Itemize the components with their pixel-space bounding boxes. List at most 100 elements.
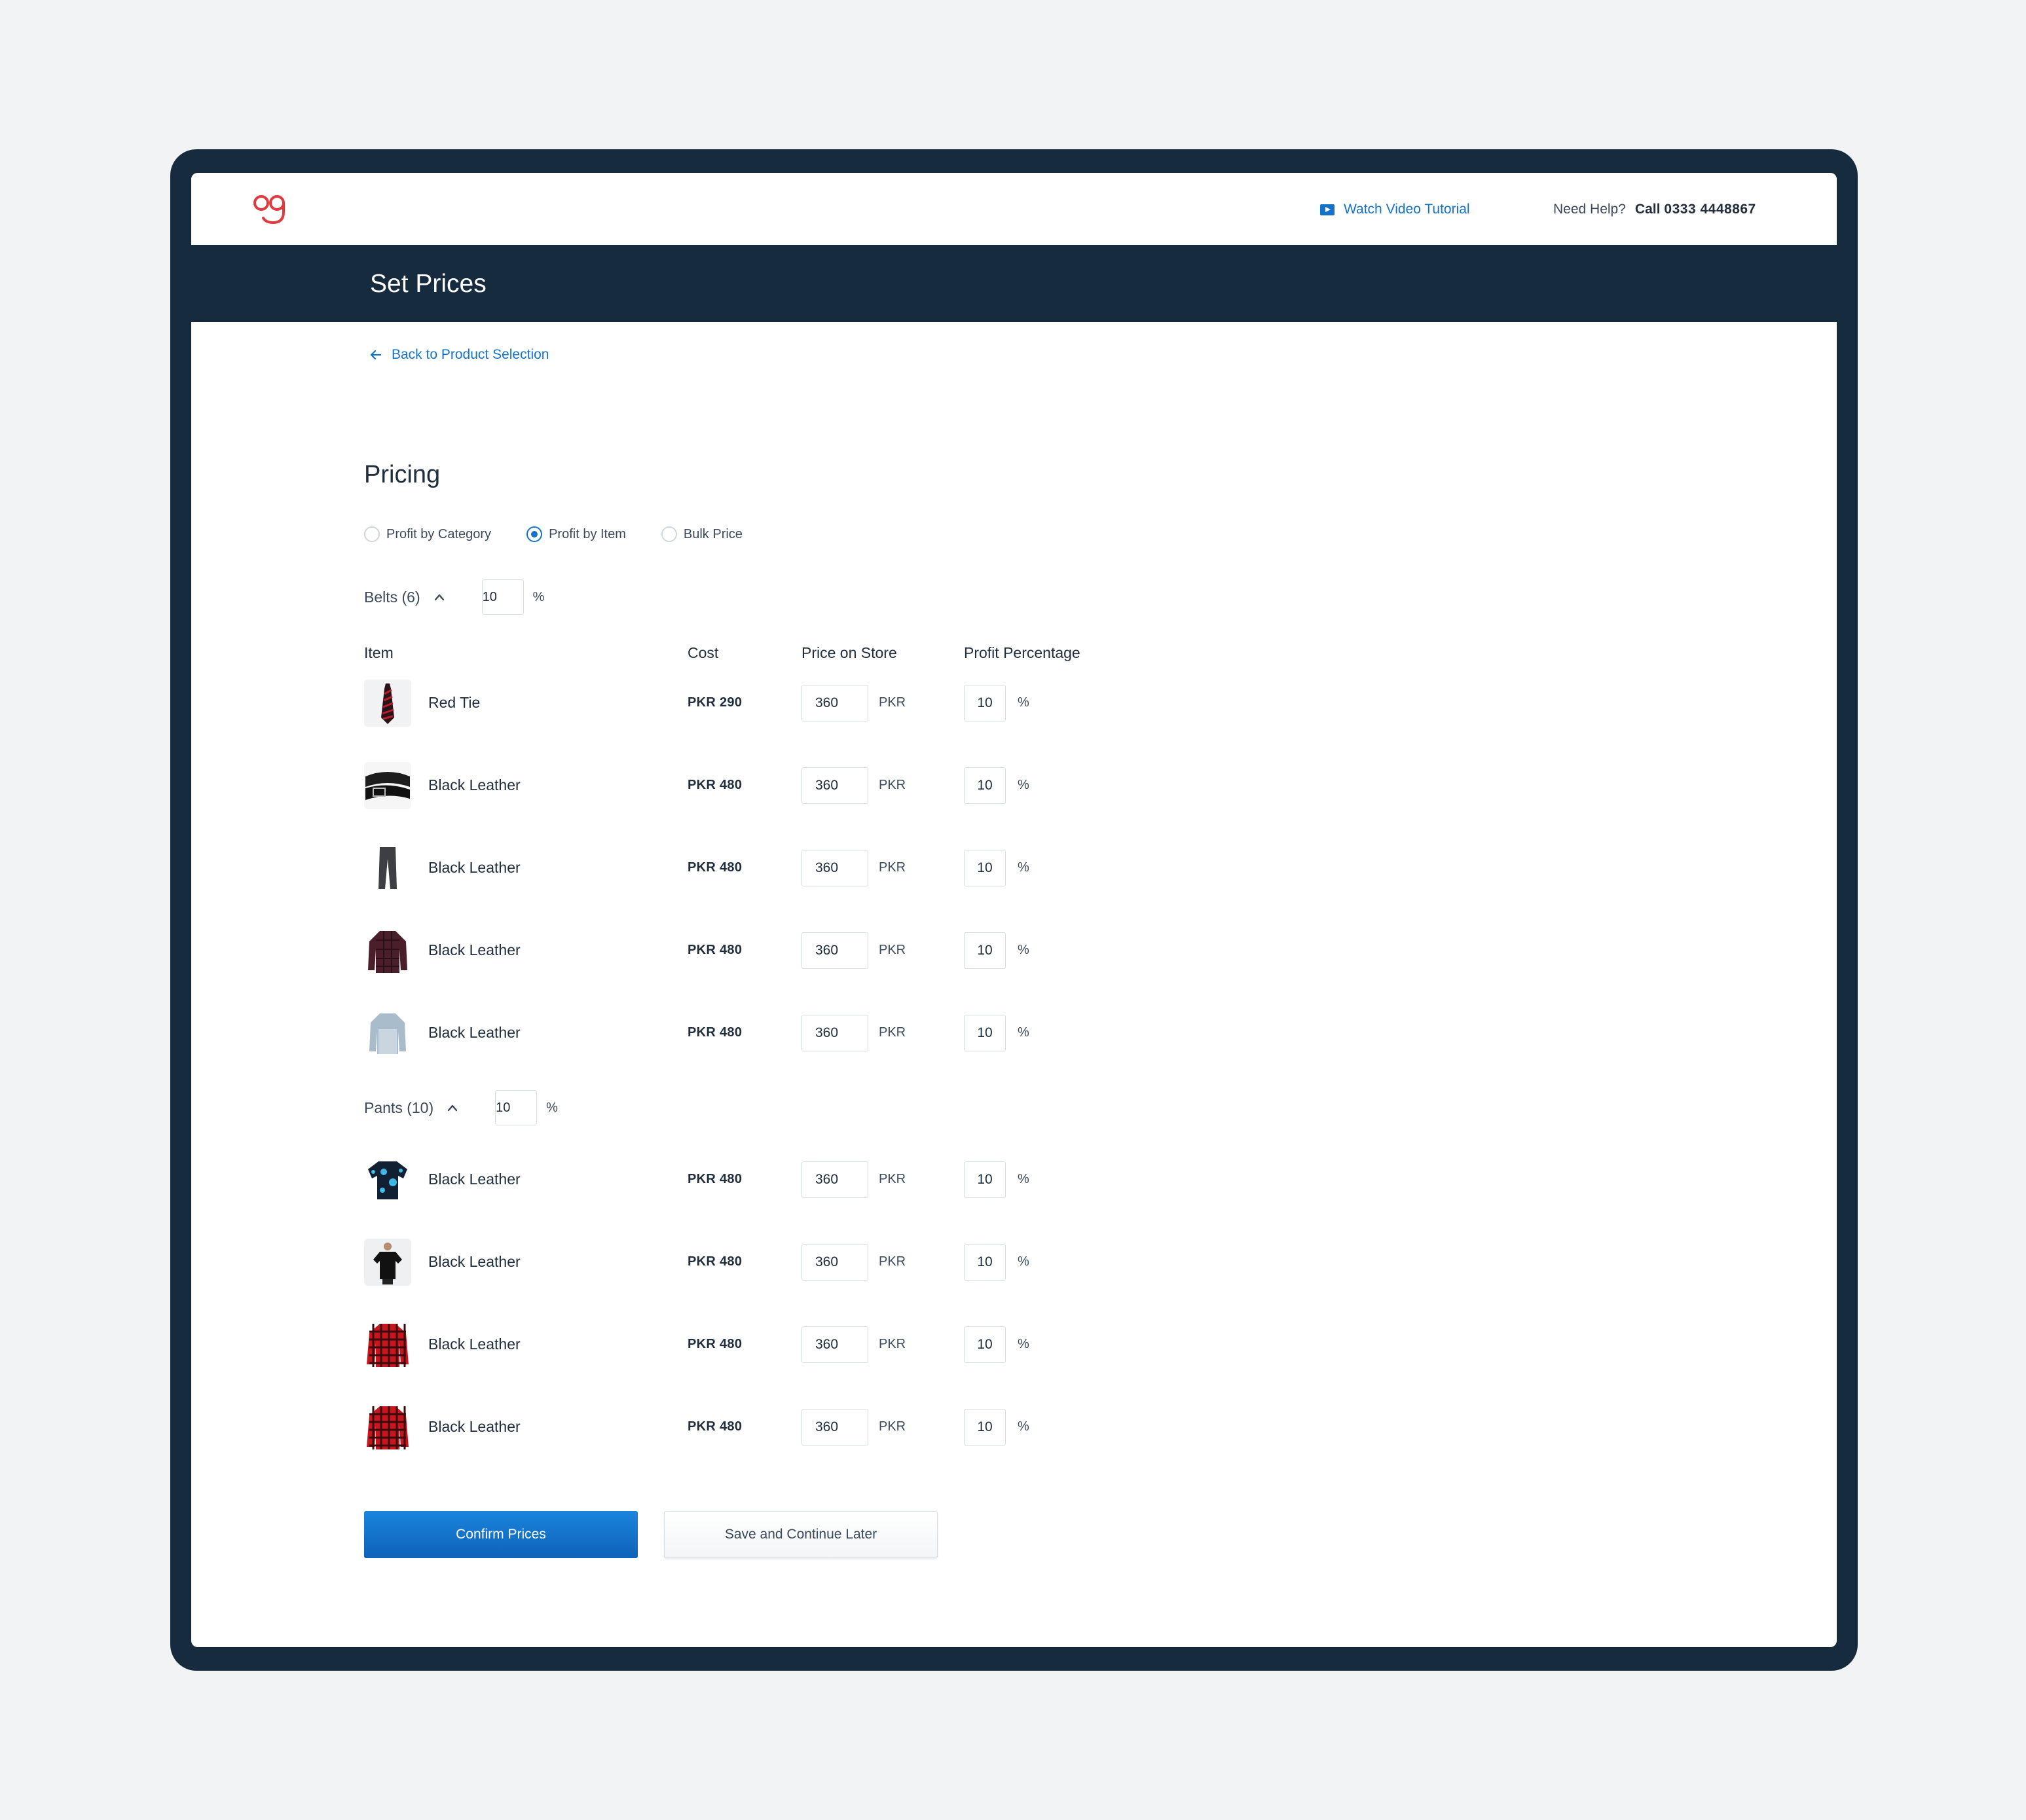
category-name: Belts (6)	[364, 588, 420, 606]
item-name: Red Tie	[428, 694, 481, 711]
arrow-left-icon	[370, 350, 382, 360]
column-header-profit: Profit Percentage	[964, 644, 1080, 661]
table-row: Black Leather PKR 480 PKR %	[191, 1321, 1837, 1368]
pants-image	[364, 845, 411, 892]
price-input[interactable]	[801, 767, 868, 804]
back-link-label: Back to Product Selection	[392, 347, 549, 362]
price-input[interactable]	[801, 1015, 868, 1051]
page-title: Set Prices	[370, 270, 487, 298]
back-to-product-selection-link[interactable]: Back to Product Selection	[369, 347, 549, 363]
percent-sign: %	[1018, 1172, 1029, 1186]
price-input[interactable]	[801, 850, 868, 886]
red-check-shirt-image	[364, 1321, 411, 1368]
percent-sign: %	[1018, 778, 1029, 792]
plaid-jacket-image	[364, 927, 411, 974]
profit-percentage-input[interactable]	[964, 1326, 1006, 1363]
table-row: Black Leather PKR 480 PKR %	[191, 1010, 1837, 1057]
title-bar: Set Prices	[191, 245, 1837, 322]
help-contact: Need Help? Call 0333 4448867	[1553, 199, 1756, 220]
radio-label: Profit by Category	[386, 526, 492, 541]
profit-percentage-input[interactable]	[964, 767, 1006, 804]
belt-image	[364, 762, 411, 809]
profit-percentage-input[interactable]	[964, 932, 1006, 969]
currency-label: PKR	[879, 860, 906, 875]
item-cost: PKR 480	[688, 1419, 743, 1434]
category-header-belts: Belts (6) %	[364, 579, 544, 615]
chevron-up-icon[interactable]	[433, 593, 445, 601]
table-row: Black Leather PKR 480 PKR %	[191, 762, 1837, 809]
radio-profit-by-item[interactable]: Profit by Item	[526, 526, 626, 542]
item-cost: PKR 480	[688, 1025, 743, 1040]
radio-unchecked-icon	[661, 526, 677, 542]
item-name: Black Leather	[428, 1171, 521, 1188]
radio-bulk-price[interactable]: Bulk Price	[661, 526, 743, 542]
table-row: Black Leather PKR 480 PKR %	[191, 1404, 1837, 1451]
table-row: Black Leather PKR 480 PKR %	[191, 927, 1837, 974]
column-header-cost: Cost	[688, 644, 719, 661]
price-input[interactable]	[801, 685, 868, 721]
profit-percentage-input[interactable]	[964, 1244, 1006, 1281]
percent-sign: %	[1018, 943, 1029, 957]
item-name: Black Leather	[428, 859, 521, 876]
item-cost: PKR 480	[688, 943, 743, 957]
item-name: Black Leather	[428, 776, 521, 793]
table-row: Red Tie PKR 290 PKR %	[191, 680, 1837, 727]
radio-checked-icon	[526, 526, 543, 542]
item-name: Black Leather	[428, 941, 521, 958]
top-bar: Watch Video Tutorial Need Help? Call 033…	[191, 173, 1837, 245]
currency-label: PKR	[879, 778, 906, 792]
percent-sign: %	[1018, 695, 1029, 710]
confirm-prices-button[interactable]: Confirm Prices	[364, 1511, 638, 1558]
column-header-item: Item	[364, 644, 394, 661]
price-input[interactable]	[801, 1244, 868, 1281]
item-name: Black Leather	[428, 1024, 521, 1041]
percent-sign: %	[532, 589, 545, 604]
item-name: Black Leather	[428, 1418, 521, 1435]
pricing-heading: Pricing	[364, 461, 441, 488]
item-name: Black Leather	[428, 1253, 521, 1270]
chevron-up-icon[interactable]	[447, 1104, 458, 1112]
item-cost: PKR 480	[688, 778, 743, 792]
profit-percentage-input[interactable]	[964, 1161, 1006, 1198]
price-input[interactable]	[801, 1409, 868, 1446]
radio-label: Profit by Item	[549, 526, 626, 541]
item-cost: PKR 480	[688, 1337, 743, 1351]
price-input[interactable]	[801, 1326, 868, 1363]
price-input[interactable]	[801, 932, 868, 969]
category-profit-input[interactable]	[495, 1090, 538, 1125]
help-question: Need Help?	[1553, 202, 1626, 217]
denim-shirt-image	[364, 1010, 411, 1057]
radio-unchecked-icon	[364, 526, 380, 542]
radio-label: Bulk Price	[683, 526, 743, 541]
item-cost: PKR 480	[688, 1172, 743, 1186]
profit-percentage-input[interactable]	[964, 1015, 1006, 1051]
category-name: Pants (10)	[364, 1099, 434, 1116]
device-frame: Watch Video Tutorial Need Help? Call 033…	[170, 149, 1858, 1671]
profit-percentage-input[interactable]	[964, 685, 1006, 721]
save-continue-later-button[interactable]: Save and Continue Later	[664, 1511, 938, 1558]
item-cost: PKR 480	[688, 1254, 743, 1269]
currency-label: PKR	[879, 1254, 906, 1269]
video-play-icon	[1320, 204, 1335, 215]
profit-percentage-input[interactable]	[964, 850, 1006, 886]
currency-label: PKR	[879, 1025, 906, 1040]
help-phone-number[interactable]: 0333 4448867	[1664, 202, 1756, 217]
radio-profit-by-category[interactable]: Profit by Category	[364, 526, 491, 542]
tutorial-label: Watch Video Tutorial	[1344, 202, 1470, 217]
percent-sign: %	[546, 1100, 558, 1115]
percent-sign: %	[1018, 860, 1029, 875]
tie-image	[364, 680, 411, 727]
category-profit-input[interactable]	[481, 579, 524, 615]
black-tshirt-image	[364, 1239, 411, 1286]
logo-icon[interactable]	[251, 190, 291, 229]
table-header: Item Cost Price on Store Profit Percenta…	[191, 644, 1837, 670]
red-check-shirt-image	[364, 1404, 411, 1451]
watch-tutorial-link[interactable]: Watch Video Tutorial	[1320, 199, 1470, 220]
table-row: Black Leather PKR 480 PKR %	[191, 1156, 1837, 1203]
currency-label: PKR	[879, 1419, 906, 1434]
price-input[interactable]	[801, 1161, 868, 1198]
currency-label: PKR	[879, 1172, 906, 1186]
profit-percentage-input[interactable]	[964, 1409, 1006, 1446]
table-row: Black Leather PKR 480 PKR %	[191, 1239, 1837, 1286]
currency-label: PKR	[879, 943, 906, 957]
